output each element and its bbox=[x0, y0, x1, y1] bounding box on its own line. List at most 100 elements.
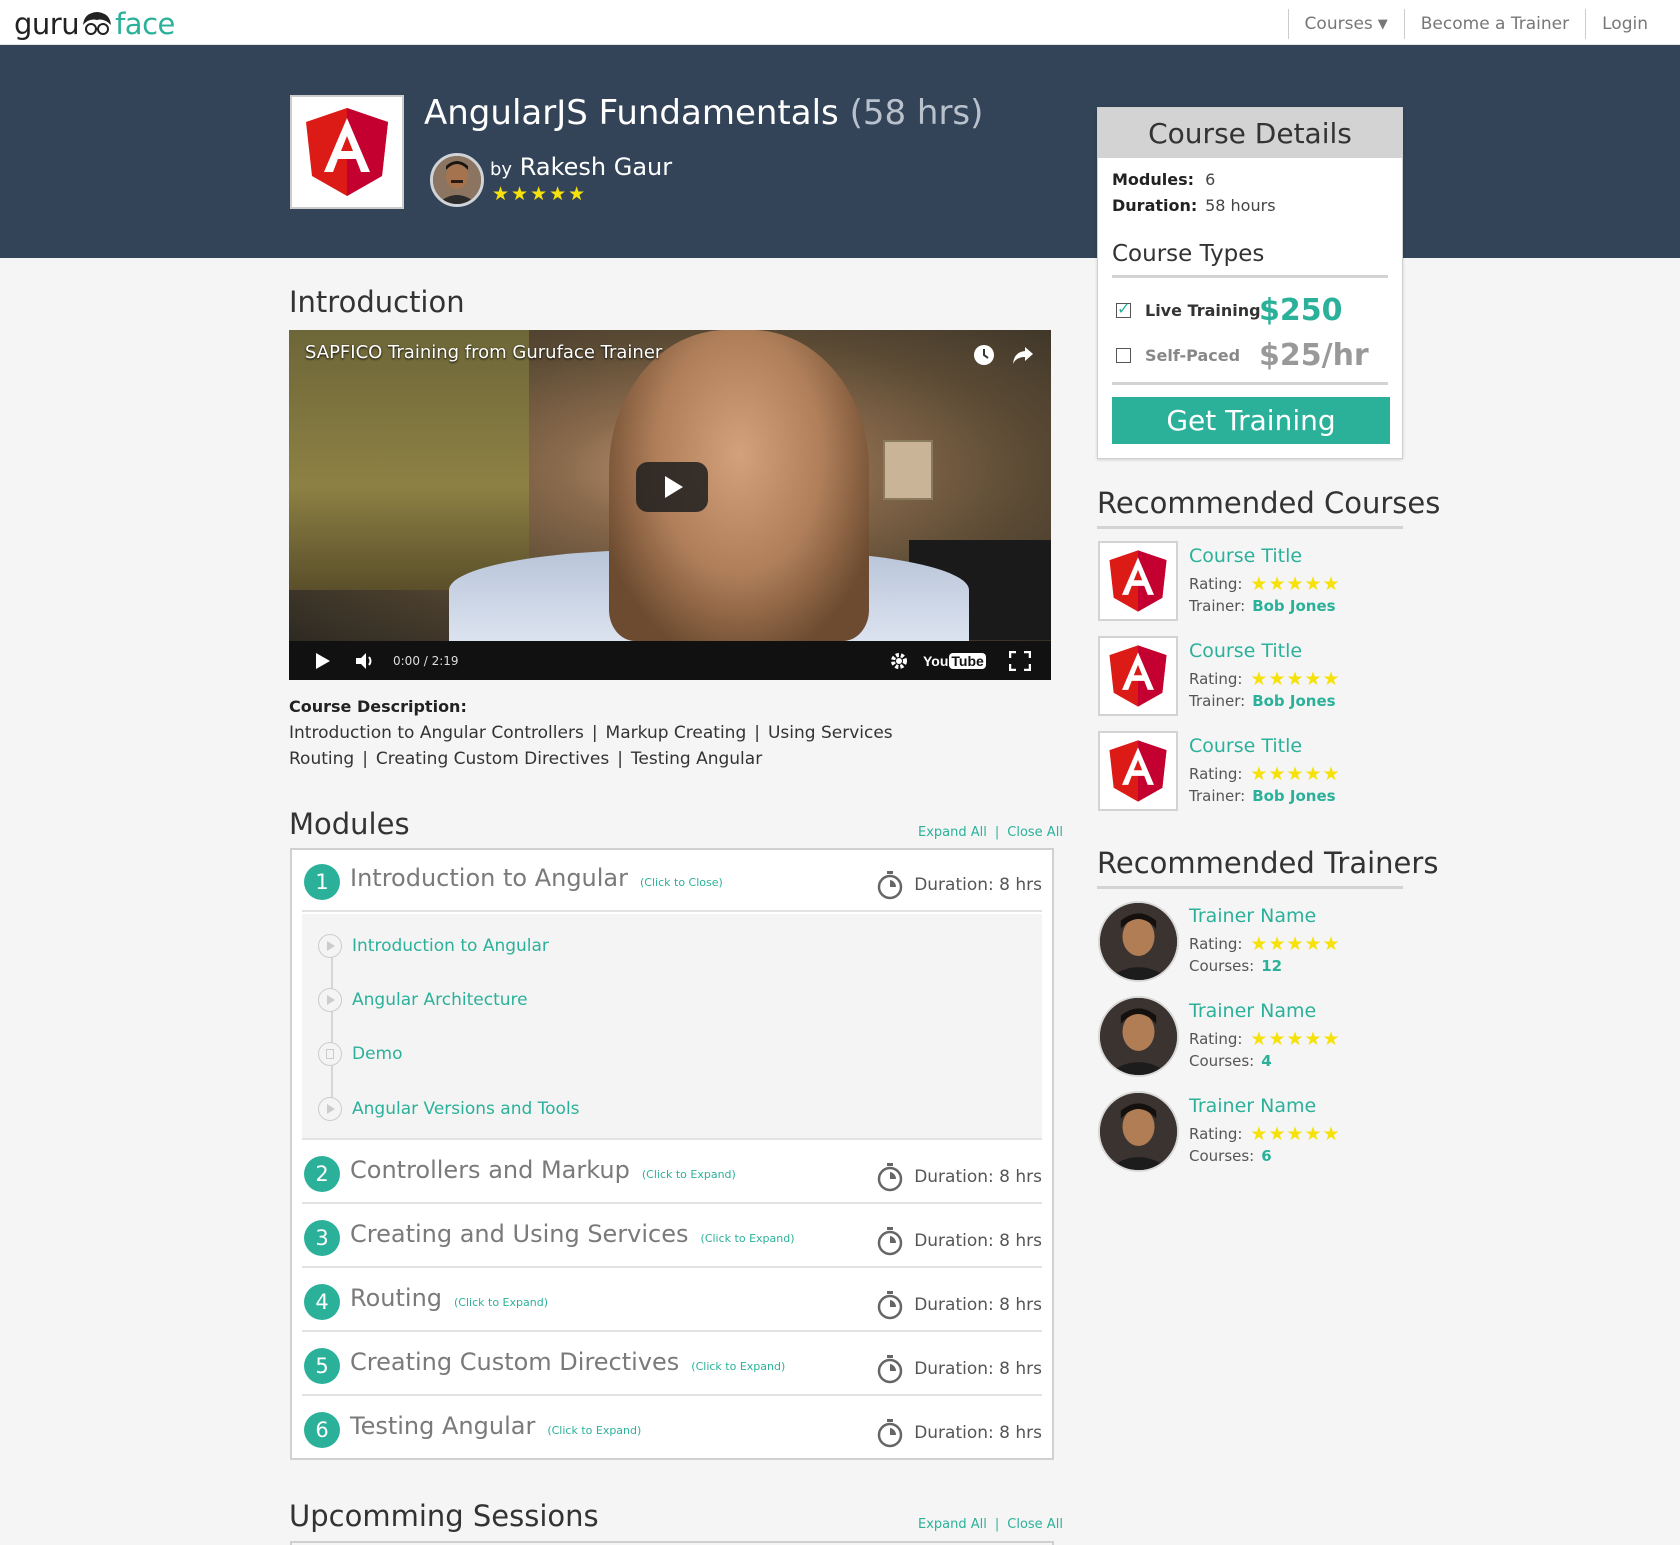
play-overlay-button[interactable] bbox=[636, 462, 708, 512]
recommended-course-trainer: Trainer: Bob Jones bbox=[1189, 787, 1336, 805]
module-toggle-hint[interactable]: (Click to Expand) bbox=[454, 1296, 548, 1309]
recommended-trainers-divider bbox=[1097, 886, 1403, 889]
recommended-course-title[interactable]: Course Title bbox=[1189, 735, 1302, 757]
types-divider-top bbox=[1112, 275, 1388, 278]
stopwatch-icon bbox=[877, 1419, 903, 1448]
recommended-courses-heading: Recommended Courses bbox=[1097, 486, 1441, 520]
recommended-trainer-name[interactable]: Trainer Name bbox=[1189, 905, 1316, 927]
desc-item: Creating Custom Directives bbox=[375, 749, 610, 769]
module-number: 5 bbox=[304, 1348, 340, 1384]
course-type-self-paced[interactable]: Self-Paced $25/hr bbox=[1116, 338, 1369, 373]
volume-icon[interactable] bbox=[355, 641, 377, 680]
course-thumbnail[interactable] bbox=[1098, 541, 1178, 621]
upcoming-close-all-link[interactable]: Close All bbox=[1007, 1517, 1063, 1532]
video-controls: 0:00 / 2:19 You Tube bbox=[289, 641, 1051, 680]
trainer-avatar[interactable] bbox=[430, 153, 484, 207]
lesson-item[interactable]: Angular Versions and Tools bbox=[318, 1097, 580, 1121]
recommended-trainer-name[interactable]: Trainer Name bbox=[1189, 1095, 1316, 1117]
recommended-trainer-card[interactable]: Trainer Name Rating: ★★★★★ Courses: 6 bbox=[1097, 1090, 1403, 1174]
angular-logo-icon bbox=[306, 108, 388, 196]
guruface-logo[interactable]: guru face bbox=[14, 4, 175, 44]
document-icon bbox=[318, 1042, 342, 1066]
module-row-3[interactable]: 3 Creating and Using Services (Click to E… bbox=[302, 1206, 1042, 1268]
trainer-avatar[interactable] bbox=[1098, 1091, 1179, 1172]
course-type-live[interactable]: Live Training $250 bbox=[1116, 293, 1343, 328]
watch-later-icon[interactable] bbox=[973, 344, 995, 366]
module-toggle-hint[interactable]: (Click to Expand) bbox=[547, 1424, 641, 1437]
module-duration: Duration: 8 hrs bbox=[876, 870, 1042, 900]
module-toggle-hint[interactable]: (Click to Close) bbox=[640, 876, 723, 889]
module-row-5[interactable]: 5 Creating Custom Directives (Click to Ex… bbox=[302, 1334, 1042, 1396]
course-logo bbox=[290, 95, 404, 209]
course-description-text: Introduction to Angular Controllers | Mark… bbox=[289, 720, 1049, 772]
modules-close-all-link[interactable]: Close All bbox=[1007, 825, 1063, 840]
fullscreen-icon[interactable] bbox=[1009, 641, 1031, 680]
module-toggle-hint[interactable]: (Click to Expand) bbox=[701, 1232, 795, 1245]
course-thumbnail[interactable] bbox=[1098, 636, 1178, 716]
course-thumbnail[interactable] bbox=[1098, 731, 1178, 811]
upcoming-sessions-heading: Upcomming Sessions bbox=[289, 1499, 599, 1533]
live-training-label: Live Training bbox=[1145, 301, 1261, 320]
live-training-checkbox[interactable] bbox=[1116, 299, 1131, 318]
module-duration: Duration: 8 hrs bbox=[876, 1290, 1042, 1320]
courses-label: Courses: bbox=[1189, 1147, 1255, 1165]
trainer-link[interactable]: Bob Jones bbox=[1252, 787, 1335, 805]
module-title: Introduction to Angular (Click to Close) bbox=[350, 864, 723, 892]
recommended-trainer-card[interactable]: Trainer Name Rating: ★★★★★ Courses: 4 bbox=[1097, 995, 1403, 1079]
trainer-name-link[interactable]: Rakesh Gaur bbox=[520, 153, 672, 181]
trainer-avatar[interactable] bbox=[1098, 996, 1179, 1077]
modules-count-row: Modules: 6 bbox=[1112, 170, 1215, 189]
recommended-course-title[interactable]: Course Title bbox=[1189, 545, 1302, 567]
rating-label: Rating: bbox=[1189, 935, 1243, 953]
course-title-text: AngularJS Fundamentals bbox=[424, 93, 839, 133]
upcoming-expand-all-link[interactable]: Expand All bbox=[918, 1517, 987, 1532]
recommended-course-card[interactable]: Course Title Rating: ★★★★★ Trainer: Bob Jo… bbox=[1097, 540, 1403, 624]
video-title[interactable]: SAPFICO Training from Guruface Trainer bbox=[305, 342, 662, 363]
share-icon[interactable] bbox=[1011, 344, 1035, 366]
lesson-item[interactable]: Demo bbox=[318, 1042, 403, 1066]
module-row-1[interactable]: 1 Introduction to Angular (Click to Close… bbox=[302, 850, 1042, 912]
introduction-heading: Introduction bbox=[289, 285, 465, 319]
recommended-course-card[interactable]: Course Title Rating: ★★★★★ Trainer: Bob Jo… bbox=[1097, 635, 1403, 719]
trainer-link[interactable]: Bob Jones bbox=[1252, 597, 1335, 615]
settings-gear-icon[interactable] bbox=[889, 641, 909, 680]
self-paced-checkbox[interactable] bbox=[1116, 348, 1131, 363]
recommended-trainer-rating: Rating: ★★★★★ bbox=[1189, 1028, 1341, 1050]
top-navbar: guru face Courses ▼ Become a Trainer Log… bbox=[0, 0, 1680, 45]
module-number: 2 bbox=[304, 1156, 340, 1192]
nav-courses-dropdown[interactable]: Courses ▼ bbox=[1287, 9, 1404, 39]
recommended-trainer-card[interactable]: Trainer Name Rating: ★★★★★ Courses: 12 bbox=[1097, 900, 1403, 984]
recommended-course-card[interactable]: Course Title Rating: ★★★★★ Trainer: Bob Jo… bbox=[1097, 730, 1403, 814]
duration-value: 58 hours bbox=[1205, 196, 1276, 215]
modules-expand-all-link[interactable]: Expand All bbox=[918, 825, 987, 840]
nav-become-trainer[interactable]: Become a Trainer bbox=[1403, 9, 1585, 39]
module-row-6[interactable]: 6 Testing Angular (Click to Expand) Durat… bbox=[302, 1398, 1042, 1460]
play-icon[interactable] bbox=[313, 641, 331, 680]
trainer-avatar[interactable] bbox=[1098, 901, 1179, 982]
module-toggle-hint[interactable]: (Click to Expand) bbox=[642, 1168, 736, 1181]
courses-label: Courses: bbox=[1189, 957, 1255, 975]
duration-label: Duration: bbox=[1112, 196, 1198, 215]
module-toggle-hint[interactable]: (Click to Expand) bbox=[691, 1360, 785, 1373]
module-row-2[interactable]: 2 Controllers and Markup (Click to Expand… bbox=[302, 1142, 1042, 1204]
video-time: 0:00 / 2:19 bbox=[393, 653, 459, 668]
trainer-byline: by Rakesh Gaur bbox=[490, 153, 672, 181]
stopwatch-icon bbox=[877, 1227, 903, 1256]
video-player[interactable]: SAPFICO Training from Guruface Trainer 0… bbox=[289, 330, 1051, 680]
module-row-4[interactable]: 4 Routing (Click to Expand) Duration: 8 h… bbox=[302, 1270, 1042, 1332]
lesson-item[interactable]: Angular Architecture bbox=[318, 988, 528, 1012]
recommended-trainer-name[interactable]: Trainer Name bbox=[1189, 1000, 1316, 1022]
nav-login[interactable]: Login bbox=[1585, 9, 1664, 39]
recommended-trainer-courses: Courses: 12 bbox=[1189, 957, 1282, 975]
module-duration-text: Duration: 8 hrs bbox=[914, 1359, 1042, 1379]
angular-logo-icon bbox=[1109, 550, 1167, 612]
youtube-logo-icon[interactable]: You Tube bbox=[923, 641, 986, 680]
lesson-item[interactable]: Introduction to Angular bbox=[318, 934, 549, 958]
trainer-photo bbox=[1100, 1093, 1177, 1170]
trainer-link[interactable]: Bob Jones bbox=[1252, 692, 1335, 710]
course-details-heading: Course Details bbox=[1098, 108, 1402, 158]
module-duration: Duration: 8 hrs bbox=[876, 1354, 1042, 1384]
get-training-button[interactable]: Get Training bbox=[1112, 397, 1390, 444]
modules-count-label: Modules: bbox=[1112, 170, 1195, 189]
recommended-course-title[interactable]: Course Title bbox=[1189, 640, 1302, 662]
